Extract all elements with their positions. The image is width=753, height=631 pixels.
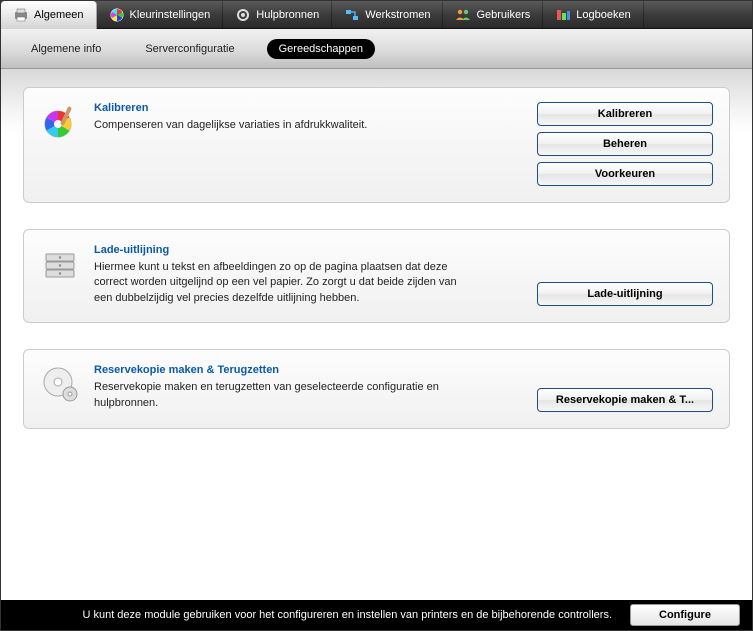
panel-actions: Lade-uitlijning (537, 244, 713, 306)
tab-hulpbronnen[interactable]: Hulpbronnen (223, 1, 332, 28)
tab-label: Werkstromen (365, 9, 430, 21)
subtab-algemene-info[interactable]: Algemene info (19, 39, 113, 59)
subtab-gereedschappen[interactable]: Gereedschappen (267, 39, 375, 59)
panel-text: Reservekopie maken & Terugzetten Reserve… (94, 364, 523, 412)
panel-desc: Reservekopie maken en terugzetten van ge… (94, 380, 474, 411)
panel-text: Kalibreren Compenseren van dagelijkse va… (94, 102, 523, 186)
tab-label: Logboeken (576, 9, 630, 21)
gear-icon (235, 7, 251, 23)
tab-label: Algemeen (34, 9, 84, 21)
tab-gebruikers[interactable]: Gebruikers (443, 1, 543, 28)
panel-desc: Hiermee kunt u tekst en afbeeldingen zo … (94, 260, 474, 306)
beheren-button[interactable]: Beheren (537, 132, 713, 156)
tray-icon (40, 244, 80, 284)
panel-lade-uitlijning: Lade-uitlijning Hiermee kunt u tekst en … (23, 229, 730, 323)
lade-uitlijning-button[interactable]: Lade-uitlijning (537, 282, 713, 306)
panel-title: Lade-uitlijning (94, 244, 515, 256)
panel-title: Reservekopie maken & Terugzetten (94, 364, 515, 376)
tab-algemeen[interactable]: Algemeen (1, 1, 97, 29)
panel-actions: Kalibreren Beheren Voorkeuren (537, 102, 713, 186)
calibrate-icon (40, 102, 80, 142)
panel-text: Lade-uitlijning Hiermee kunt u tekst en … (94, 244, 523, 306)
kalibreren-button[interactable]: Kalibreren (537, 102, 713, 126)
panel-kalibreren: Kalibreren Compenseren van dagelijkse va… (23, 87, 730, 203)
tab-label: Gebruikers (476, 9, 530, 21)
tab-werkstromen[interactable]: Werkstromen (332, 1, 443, 28)
main-content: Kalibreren Compenseren van dagelijkse va… (1, 69, 752, 600)
configure-button[interactable]: Configure (630, 604, 740, 626)
users-icon (455, 7, 471, 23)
panel-actions: Reservekopie maken & T... (537, 364, 713, 412)
disc-icon (40, 364, 80, 404)
top-tab-bar: Algemeen Kleurinstellingen Hulpbronnen W… (1, 1, 752, 29)
color-wheel-icon (109, 7, 125, 23)
panel-title: Kalibreren (94, 102, 515, 114)
tab-kleurinstellingen[interactable]: Kleurinstellingen (97, 1, 224, 28)
tab-label: Kleurinstellingen (130, 9, 211, 21)
logs-icon (555, 7, 571, 23)
subtab-serverconfiguratie[interactable]: Serverconfiguratie (133, 39, 246, 59)
printer-icon (13, 7, 29, 23)
sub-tab-bar: Algemene info Serverconfiguratie Gereeds… (1, 29, 752, 69)
tab-logboeken[interactable]: Logboeken (543, 1, 643, 28)
reservekopie-button[interactable]: Reservekopie maken & T... (537, 388, 713, 412)
app-window: Algemeen Kleurinstellingen Hulpbronnen W… (0, 0, 753, 631)
voorkeuren-button[interactable]: Voorkeuren (537, 162, 713, 186)
footer-bar: U kunt deze module gebruiken voor het co… (1, 600, 752, 630)
panel-desc: Compenseren van dagelijkse variaties in … (94, 118, 474, 133)
workflow-icon (344, 7, 360, 23)
tab-label: Hulpbronnen (256, 9, 319, 21)
panel-reservekopie: Reservekopie maken & Terugzetten Reserve… (23, 349, 730, 429)
footer-text: U kunt deze module gebruiken voor het co… (82, 609, 612, 621)
